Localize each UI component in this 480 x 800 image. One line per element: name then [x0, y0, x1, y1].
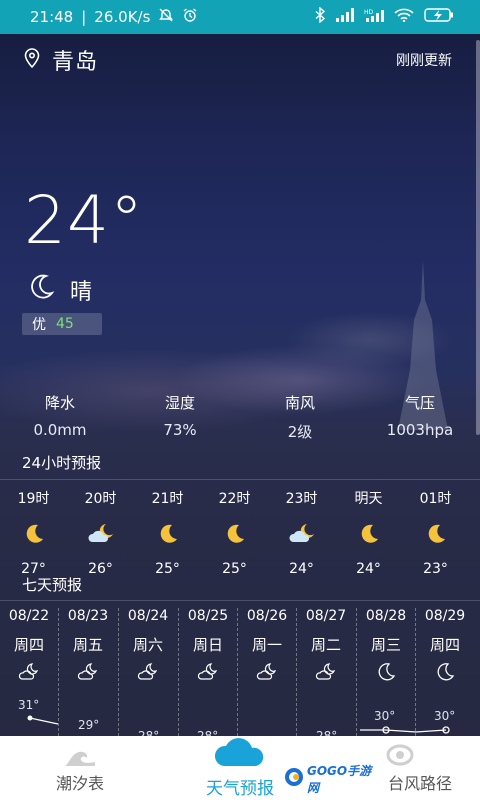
weather-metrics: 降水 0.0mm 湿度 73% 南风 2级 气压 1003hpa: [0, 392, 480, 442]
daily-forecast[interactable]: 08/22 周四 08/23 周五 08/24 周六 08/25 周日 08/2…: [0, 608, 480, 743]
hd-signal-icon: HD: [364, 8, 384, 26]
status-net-speed: 26.0K/s: [94, 8, 151, 26]
cloud-moon-icon: [67, 520, 134, 548]
metric-pressure: 气压 1003hpa: [360, 392, 480, 442]
day-high-temp: 30°: [374, 709, 396, 723]
battery-charging-icon: [424, 8, 454, 26]
hour-temp: 24°: [356, 561, 381, 577]
moon-icon: [402, 520, 469, 548]
hour-temp: 24°: [289, 561, 314, 577]
metric-label: 气压: [404, 394, 435, 412]
daily-forecast-title: 七天预报: [22, 576, 83, 594]
metric-label: 湿度: [164, 394, 195, 412]
svg-text:HD: HD: [364, 9, 374, 16]
bluetooth-icon: [314, 6, 326, 27]
hour-time: 22时: [218, 491, 251, 507]
day-low-temp: 29°: [78, 718, 100, 732]
update-status: 刚刚更新: [396, 53, 452, 69]
current-condition-row: 晴: [26, 272, 92, 308]
metric-label: 降水: [44, 394, 75, 412]
status-time: 21:48: [30, 8, 74, 26]
moon-outline-icon: [26, 272, 56, 308]
scrollbar[interactable]: [476, 40, 480, 435]
aqi-value: 45: [56, 316, 74, 332]
alarm-icon: [182, 7, 198, 27]
status-bar: 21:48 | 26.0K/s HD: [0, 0, 480, 34]
metric-label: 南风: [284, 394, 315, 412]
aqi-badge[interactable]: 优 45: [22, 313, 102, 335]
hour-time: 20时: [84, 491, 117, 507]
hour-time: 23时: [285, 491, 318, 507]
metric-value: 73%: [163, 421, 197, 439]
watermark-text: GOGO手游网: [307, 764, 372, 795]
metric-wind: 南风 2级: [240, 392, 360, 442]
hour-temp: 25°: [222, 561, 247, 577]
moon-icon: [335, 520, 402, 548]
wave-icon: [0, 742, 160, 768]
hourly-forecast[interactable]: 19时 27° 20时 26° 21时 25° 22时 25° 23时 24° …: [0, 488, 480, 577]
no-disturb-icon: [158, 7, 174, 27]
location-pin-icon: [24, 48, 40, 72]
hour-time: 19时: [17, 491, 50, 507]
hourly-item: 22时 25°: [201, 488, 268, 577]
temperature-trend: [27, 715, 450, 734]
bottom-tab-bar: 潮汐表 天气预报 台风路径: [0, 736, 480, 800]
metric-value: 1003hpa: [386, 421, 454, 439]
status-separator: |: [81, 8, 87, 26]
day-high-temp: 30°: [434, 709, 456, 723]
hourly-item: 01时 23°: [402, 488, 469, 577]
metric-value: 2级: [287, 423, 313, 441]
metric-value: 0.0mm: [33, 421, 87, 439]
cloud-moon-icon: [268, 520, 335, 548]
signal-icon: [336, 8, 354, 26]
watermark-logo: GOGO手游网: [284, 764, 380, 795]
hour-temp: 23°: [423, 561, 448, 577]
current-temperature: 24°: [24, 182, 144, 259]
hourly-forecast-title: 24小时预报: [22, 454, 102, 472]
metric-precipitation: 降水 0.0mm: [0, 392, 120, 442]
hour-temp: 25°: [155, 561, 180, 577]
hourly-item: 明天 24°: [335, 488, 402, 577]
divider: [0, 600, 480, 601]
hour-time: 明天: [354, 491, 383, 507]
metric-humidity: 湿度 73%: [120, 392, 240, 442]
current-condition: 晴: [70, 280, 93, 305]
hour-time: 01时: [419, 491, 452, 507]
aqi-label: 优: [32, 317, 46, 333]
divider: [0, 479, 480, 480]
hour-time: 21时: [151, 491, 184, 507]
watermark-icon: [284, 767, 304, 791]
moon-icon: [0, 520, 67, 548]
cloud-icon: [160, 730, 320, 770]
day-high-temp: 31°: [18, 698, 40, 712]
wifi-icon: [394, 8, 414, 26]
hourly-item: 20时 26°: [67, 488, 134, 577]
hourly-item: 21时 25°: [134, 488, 201, 577]
tab-tide-table[interactable]: 潮汐表: [0, 736, 160, 800]
hourly-item: 23时 24°: [268, 488, 335, 577]
tab-label: 潮汐表: [55, 774, 104, 793]
moon-icon: [201, 520, 268, 548]
moon-icon: [134, 520, 201, 548]
location-row[interactable]: 青岛: [24, 44, 98, 76]
hourly-item: 19时 27°: [0, 488, 67, 577]
city-name: 青岛: [52, 50, 99, 75]
